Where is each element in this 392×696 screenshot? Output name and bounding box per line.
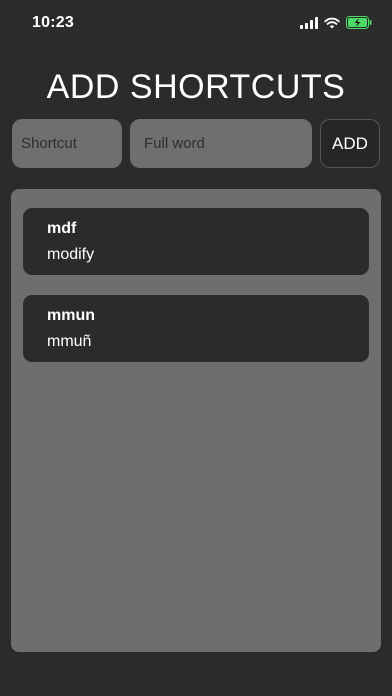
signal-icon [300,16,318,34]
shortcut-input[interactable]: Shortcut [12,119,122,168]
full-word-placeholder: Full word [144,135,205,152]
shortcut-placeholder: Shortcut [21,135,77,152]
add-button[interactable]: ADD [320,119,380,168]
status-bar: 10:23 [0,0,392,48]
list-item[interactable]: mmun mmuñ [23,295,369,362]
shortcut-full-word: modify [47,246,95,263]
wifi-icon [324,16,340,34]
status-icons [300,16,372,34]
shortcut-abbreviation: mdf [47,220,77,237]
shortcut-list: mdf modify mmun mmuñ [11,189,381,652]
list-item[interactable]: mdf modify [23,208,369,275]
battery-charging-icon [346,16,372,34]
shortcut-abbreviation: mmun [47,307,95,324]
shortcut-full-word: mmuñ [47,333,92,350]
full-word-input[interactable]: Full word [130,119,312,168]
status-time: 10:23 [32,14,74,31]
page-title: ADD SHORTCUTS [46,68,346,106]
